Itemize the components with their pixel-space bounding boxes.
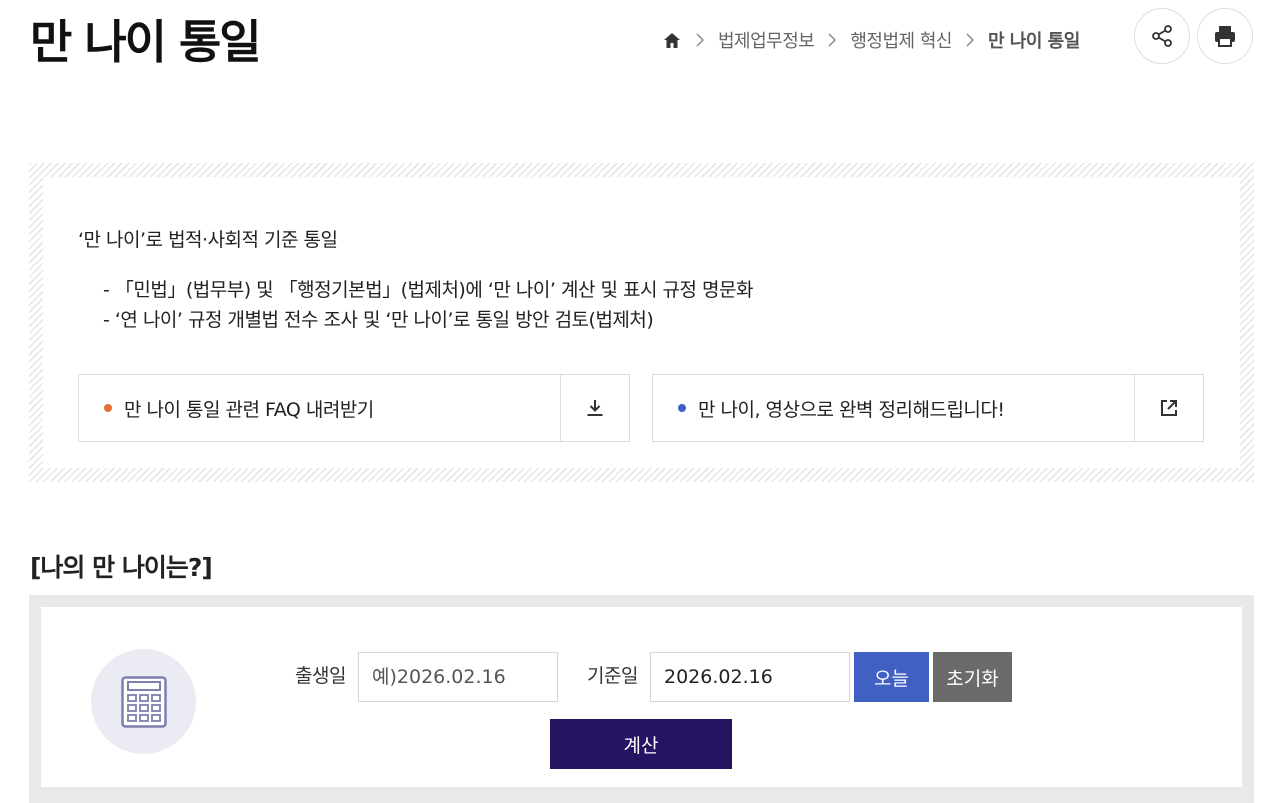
download-button[interactable] <box>560 375 629 441</box>
breadcrumb-item-innovation[interactable]: 행정법제 혁신 <box>850 27 952 53</box>
base-date-label: 기준일 <box>587 665 638 687</box>
info-list-item: - 「민법」(법무부) 및 「행정기본법」(법제처)에 ‘만 나이’ 계산 및 … <box>103 279 753 301</box>
age-calculator-inner: 출생일 기준일 오늘 초기화 계산 <box>41 607 1242 787</box>
chevron-right-icon <box>952 33 988 47</box>
share-button[interactable] <box>1134 8 1190 64</box>
page-title: 만 나이 통일 <box>30 15 262 69</box>
home-icon[interactable] <box>662 30 682 50</box>
chevron-right-icon <box>814 33 850 47</box>
video-link[interactable]: 만 나이, 영상으로 완벽 정리해드립니다! <box>652 374 1204 442</box>
print-button[interactable] <box>1197 8 1253 64</box>
age-calculator: 출생일 기준일 오늘 초기화 계산 <box>29 595 1254 803</box>
download-icon <box>587 400 603 416</box>
calculator-icon <box>120 675 167 728</box>
calculator-section-title: [나의 만 나이는?] <box>30 553 213 582</box>
reset-button[interactable]: 초기화 <box>933 652 1012 702</box>
breadcrumb: 법제업무정보 행정법제 혁신 만 나이 통일 <box>662 26 1080 54</box>
calculator-icon-circle <box>91 649 196 754</box>
birth-date-label: 출생일 <box>295 665 346 687</box>
today-button[interactable]: 오늘 <box>854 652 929 702</box>
breadcrumb-item-legal-info[interactable]: 법제업무정보 <box>718 27 815 53</box>
info-heading: ‘만 나이’로 법적·사회적 기준 통일 <box>78 229 338 251</box>
faq-download-label: 만 나이 통일 관련 FAQ 내려받기 <box>124 398 374 421</box>
info-box-inner: ‘만 나이’로 법적·사회적 기준 통일 - 「민법」(법무부) 및 「행정기본… <box>43 177 1240 468</box>
share-icon <box>1152 25 1172 47</box>
external-link-icon <box>1161 400 1177 416</box>
info-box: ‘만 나이’로 법적·사회적 기준 통일 - 「민법」(법무부) 및 「행정기본… <box>29 163 1254 482</box>
calculate-button[interactable]: 계산 <box>550 719 732 769</box>
faq-download-link[interactable]: 만 나이 통일 관련 FAQ 내려받기 <box>78 374 630 442</box>
external-link-button[interactable] <box>1134 375 1203 441</box>
birth-date-input[interactable] <box>358 652 558 702</box>
info-list-item: - ‘연 나이’ 규정 개별법 전수 조사 및 ‘만 나이’로 통일 방안 검토… <box>103 309 654 331</box>
info-list: - 「민법」(법무부) 및 「행정기본법」(법제처)에 ‘만 나이’ 계산 및 … <box>103 275 753 335</box>
base-date-input[interactable] <box>650 652 850 702</box>
bullet-dot <box>678 404 686 412</box>
video-link-label: 만 나이, 영상으로 완벽 정리해드립니다! <box>698 398 1005 421</box>
bullet-dot <box>104 404 112 412</box>
chevron-right-icon <box>682 33 718 47</box>
print-icon <box>1215 26 1235 47</box>
breadcrumb-item-current[interactable]: 만 나이 통일 <box>988 27 1080 53</box>
